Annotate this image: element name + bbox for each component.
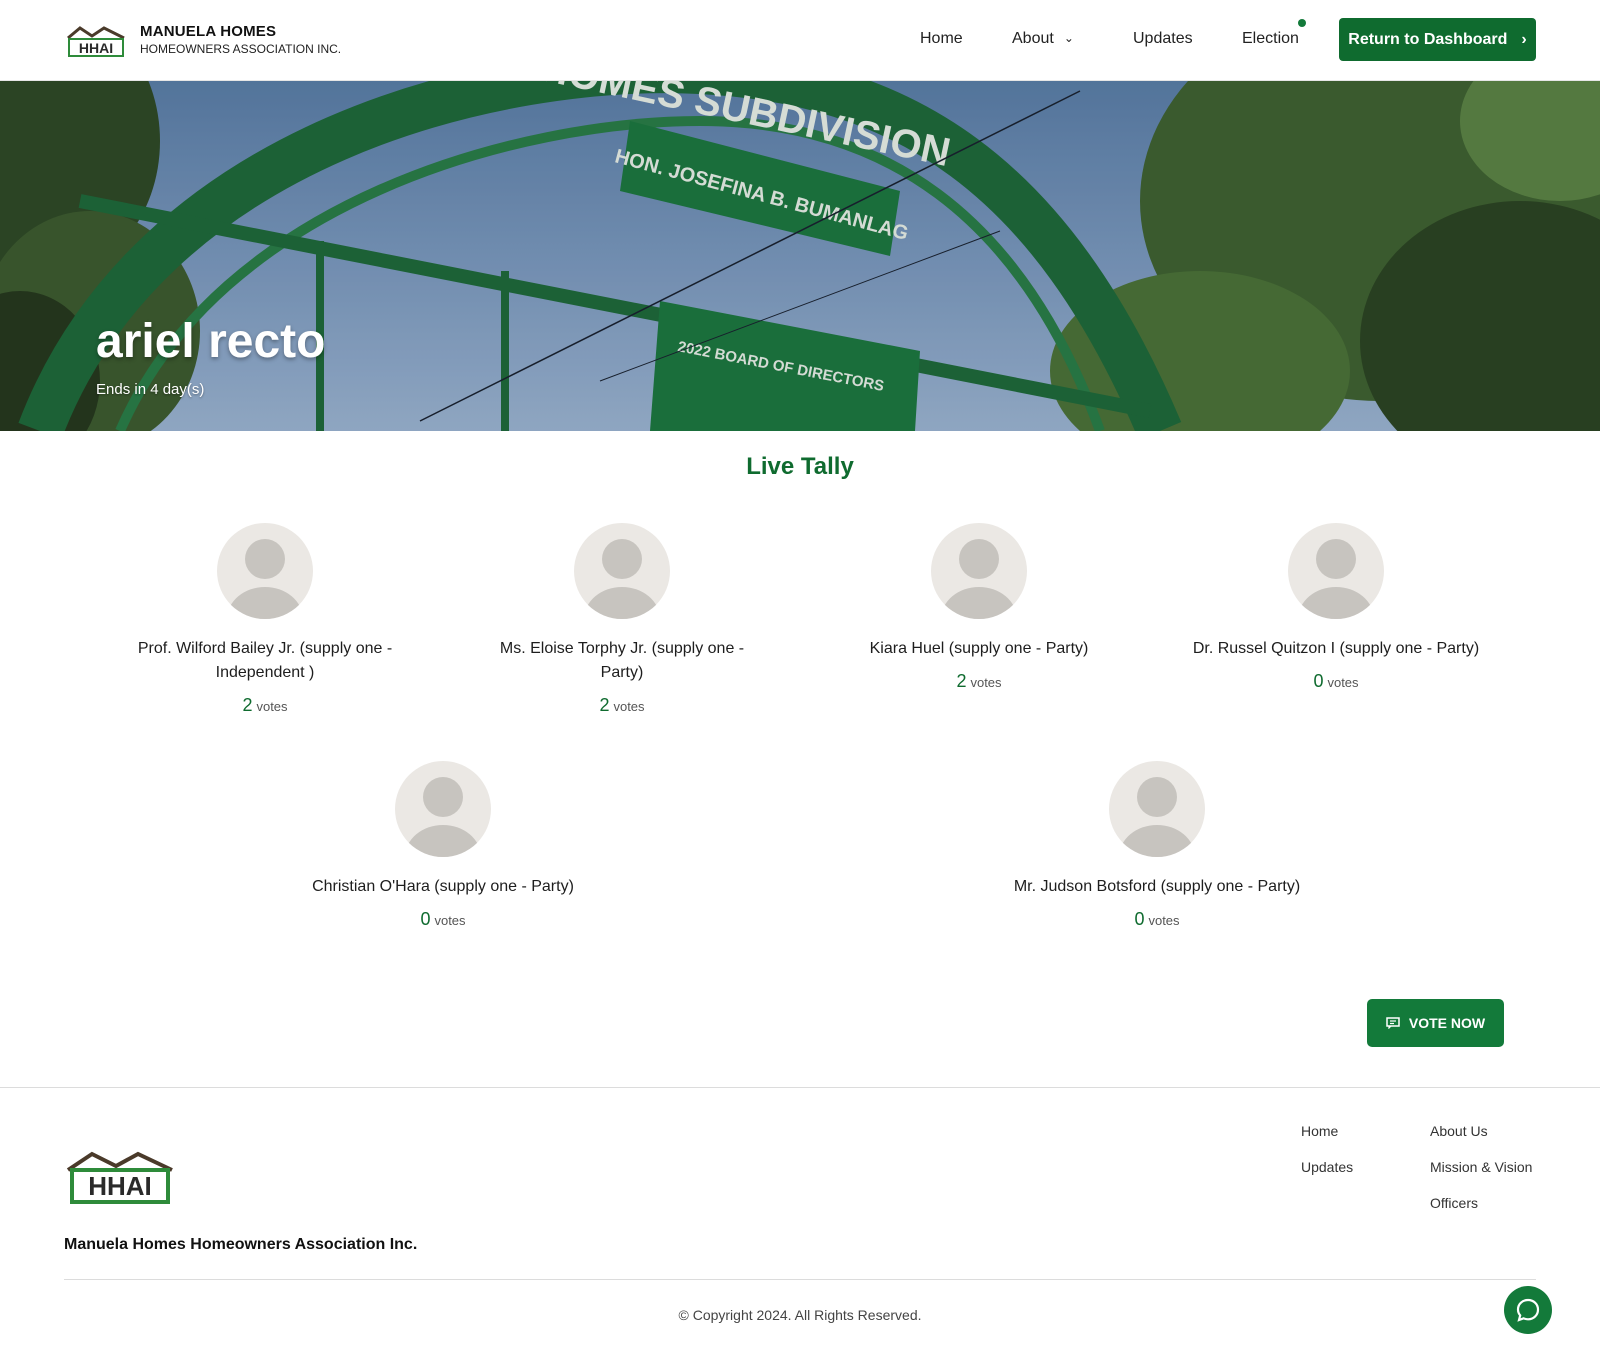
nav-election[interactable]: Election <box>1242 30 1299 48</box>
vote-count: 2 <box>242 695 253 715</box>
avatar <box>1288 523 1384 619</box>
footer-bottom-divider <box>64 1279 1536 1280</box>
footer-org-name: Manuela Homes Homeowners Association Inc… <box>64 1236 418 1253</box>
election-title: ariel recto <box>96 315 326 368</box>
candidate-name: Christian O'Hara (supply one - Party) <box>312 878 574 895</box>
candidate-card: Mr. Judson Botsford (supply one - Party)… <box>1012 761 1302 930</box>
footer-link-about-us[interactable]: About Us <box>1430 1123 1488 1139</box>
avatar <box>1109 761 1205 857</box>
votes-label: votes <box>970 675 1002 690</box>
candidate-votes: 2 votes <box>834 671 1124 692</box>
vote-now-label: VOTE NOW <box>1408 1015 1486 1031</box>
vote-count: 0 <box>420 909 431 929</box>
brand-title: MANUELA HOMES <box>140 23 277 40</box>
nav-home[interactable]: Home <box>920 30 963 48</box>
svg-text:HHAI: HHAI <box>79 40 113 56</box>
chat-button[interactable] <box>1504 1286 1552 1334</box>
candidate-card: Dr. Russel Quitzon I (supply one - Party… <box>1191 523 1481 692</box>
copyright-text: © Copyright 2024. All Rights Reserved. <box>678 1307 922 1323</box>
votes-label: votes <box>613 699 645 714</box>
nav-about[interactable]: About ⌄ <box>1012 30 1074 48</box>
candidate-name: Ms. Eloise Torphy Jr. (supply one - Part… <box>499 640 745 681</box>
election-hero-banner: HON. JOSEFINA B. BUMANLAG 2022 BOARD OF … <box>0 81 1600 431</box>
avatar <box>931 523 1027 619</box>
subdivision-gate-photo: HON. JOSEFINA B. BUMANLAG 2022 BOARD OF … <box>0 81 1600 431</box>
chevron-right-icon: › <box>1521 30 1527 48</box>
votes-label: votes <box>434 913 466 928</box>
ballot-icon <box>1386 1017 1400 1029</box>
candidate-name: Prof. Wilford Bailey Jr. (supply one - I… <box>137 640 393 681</box>
election-countdown: Ends in 4 day(s) <box>96 381 205 398</box>
brand-subtitle: HOMEOWNERS ASSOCIATION INC. <box>140 42 342 56</box>
footer-link-mission-vision[interactable]: Mission & Vision <box>1430 1159 1532 1175</box>
candidate-votes: 0 votes <box>298 909 588 930</box>
site-header: HHAI MANUELA HOMES HOMEOWNERS ASSOCIATIO… <box>0 0 1600 81</box>
candidate-card: Kiara Huel (supply one - Party) 2 votes <box>834 523 1124 692</box>
candidate-votes: 0 votes <box>1191 671 1481 692</box>
votes-label: votes <box>1327 675 1359 690</box>
avatar <box>217 523 313 619</box>
hhai-logo[interactable]: HHAI <box>66 24 126 58</box>
candidate-card: Prof. Wilford Bailey Jr. (supply one - I… <box>120 523 410 716</box>
vote-count: 0 <box>1134 909 1145 929</box>
votes-label: votes <box>1148 913 1180 928</box>
election-active-indicator <box>1298 19 1306 27</box>
candidate-votes: 2 votes <box>477 695 767 716</box>
footer-link-updates[interactable]: Updates <box>1301 1159 1353 1175</box>
chevron-down-icon: ⌄ <box>1063 31 1074 45</box>
chat-bubble-icon <box>1516 1298 1540 1322</box>
vote-count: 0 <box>1313 671 1324 691</box>
vote-count: 2 <box>956 671 967 691</box>
votes-label: votes <box>256 699 288 714</box>
candidate-card: Ms. Eloise Torphy Jr. (supply one - Part… <box>477 523 767 716</box>
candidate-votes: 0 votes <box>1012 909 1302 930</box>
nav-about-label: About <box>1012 30 1054 47</box>
footer-link-officers[interactable]: Officers <box>1430 1195 1478 1211</box>
vote-now-button[interactable]: VOTE NOW <box>1367 999 1504 1047</box>
candidate-card: Christian O'Hara (supply one - Party) 0v… <box>298 761 588 930</box>
candidate-name: Dr. Russel Quitzon I (supply one - Party… <box>1192 640 1480 657</box>
candidate-name: Mr. Judson Botsford (supply one - Party) <box>1013 878 1301 895</box>
footer-divider <box>0 1087 1600 1088</box>
candidate-votes: 2 votes <box>120 695 410 716</box>
candidate-name: Kiara Huel (supply one - Party) <box>869 640 1089 657</box>
footer-link-home[interactable]: Home <box>1301 1123 1338 1139</box>
avatar <box>395 761 491 857</box>
avatar <box>574 523 670 619</box>
vote-count: 2 <box>599 695 610 715</box>
footer-hhai-logo[interactable]: HHAI <box>66 1150 174 1205</box>
svg-text:HHAI: HHAI <box>88 1171 152 1201</box>
return-to-dashboard-button[interactable]: Return to Dashboard › <box>1339 18 1536 61</box>
live-tally-heading: Live Tally <box>746 453 854 480</box>
nav-updates[interactable]: Updates <box>1133 30 1193 48</box>
return-to-dashboard-label: Return to Dashboard <box>1348 30 1508 48</box>
